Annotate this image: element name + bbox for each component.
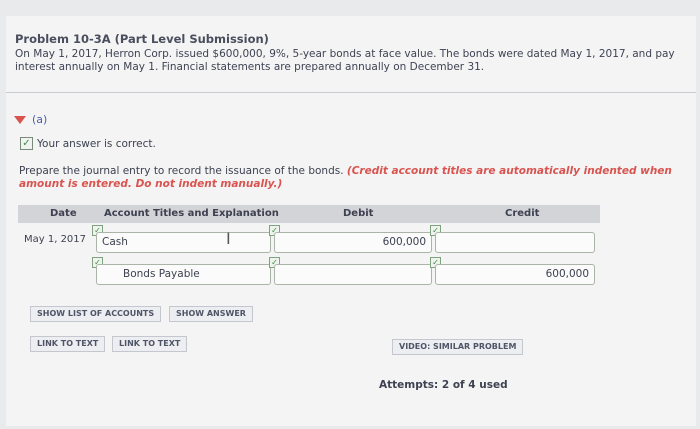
journal-table-header: Date Account Titles and Explanation Debi… [18, 205, 600, 223]
problem-text: On May 1, 2017, Herron Corp. issued $600… [15, 48, 675, 73]
part-label: (a) [32, 113, 48, 126]
row1-credit-input[interactable] [435, 232, 595, 253]
show-answer-button[interactable]: SHOW ANSWER [169, 306, 253, 322]
row2-debit-input[interactable] [274, 264, 432, 285]
row1-debit-input[interactable]: 600,000 [274, 232, 432, 253]
attempts-counter: Attempts: 2 of 4 used [379, 379, 508, 391]
text-cursor-icon: I [226, 229, 231, 248]
caret-down-icon [14, 115, 26, 124]
instructions: Prepare the journal entry to record the … [19, 165, 689, 191]
header-account: Account Titles and Explanation [104, 208, 279, 219]
row2-credit-input[interactable]: 600,000 [435, 264, 595, 285]
divider [6, 92, 696, 93]
part-a-toggle[interactable]: (a) [14, 113, 47, 126]
link-to-text-button-1[interactable]: LINK TO TEXT [30, 336, 106, 352]
video-similar-problem-button[interactable]: VIDEO: SIMILAR PROBLEM [392, 339, 524, 355]
row2-account-input[interactable]: Bonds Payable [96, 264, 271, 285]
feedback-text: Your answer is correct. [37, 137, 156, 150]
header-debit: Debit [343, 208, 374, 219]
link-to-text-button-2[interactable]: LINK TO TEXT [112, 336, 188, 352]
problem-title: Problem 10-3A (Part Level Submission) [15, 32, 269, 46]
instructions-text: Prepare the journal entry to record the … [19, 165, 344, 177]
header-date: Date [50, 208, 77, 219]
show-list-of-accounts-button[interactable]: SHOW LIST OF ACCOUNTS [30, 306, 162, 322]
feedback-row: ✓ Your answer is correct. [20, 137, 156, 150]
row1-date: May 1, 2017 [24, 234, 87, 245]
row1-account-input[interactable]: Cash [96, 232, 271, 253]
check-icon: ✓ [20, 137, 33, 150]
header-credit: Credit [505, 208, 540, 219]
problem-panel: Problem 10-3A (Part Level Submission) On… [6, 16, 696, 426]
